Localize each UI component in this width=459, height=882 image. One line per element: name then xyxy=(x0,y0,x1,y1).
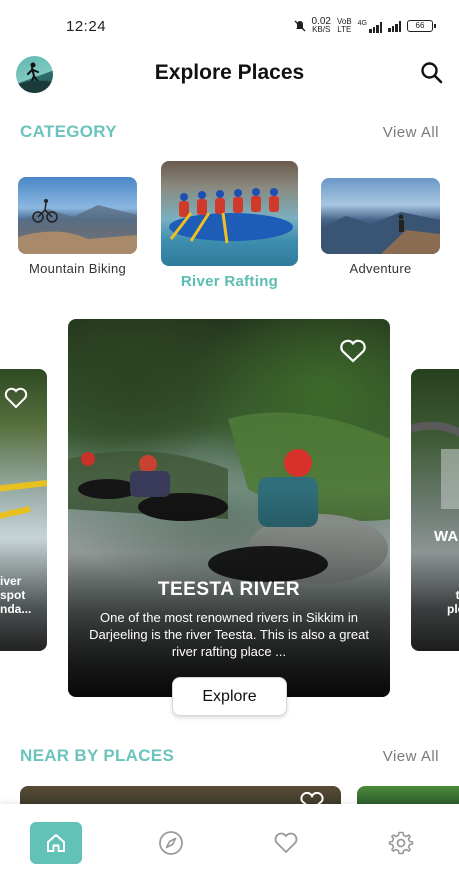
status-time: 12:24 xyxy=(66,18,107,35)
category-item-mountain-biking[interactable]: Mountain Biking xyxy=(18,177,137,276)
battery-icon: 66 xyxy=(407,20,436,32)
category-item-river-rafting[interactable]: River Rafting xyxy=(161,161,298,290)
category-label: Adventure xyxy=(349,261,412,276)
place-card-previous[interactable]: iver spot nda... xyxy=(0,369,47,651)
signal-4g-label: 4G xyxy=(357,19,367,27)
bottom-navigation xyxy=(0,804,459,882)
favorite-button[interactable] xyxy=(339,339,367,368)
heart-outline-icon xyxy=(340,339,366,363)
net-speed-unit: KB/S xyxy=(312,25,331,34)
adventure-image xyxy=(321,178,440,254)
heart-outline-icon xyxy=(4,387,28,409)
place-card-teesta-river[interactable]: TEESTA RIVER One of the most renowned ri… xyxy=(68,319,390,697)
search-button[interactable] xyxy=(419,60,445,86)
nav-home[interactable] xyxy=(30,822,82,864)
status-bar: 12:24 0.02 KB/S VoB LTE 4G 66 xyxy=(0,0,459,48)
waterfall-scene xyxy=(411,421,459,509)
place-description: One of the most renowned rivers in Sikki… xyxy=(89,610,369,659)
category-view-all-link[interactable]: View All xyxy=(383,124,439,141)
category-item-adventure[interactable]: Adventure xyxy=(321,178,440,276)
previous-card-desc: iver spot nda... xyxy=(0,574,31,616)
nav-explore[interactable] xyxy=(145,822,197,864)
battery-level: 66 xyxy=(415,21,425,30)
page-title: Explore Places xyxy=(154,61,305,84)
next-card-line: plea xyxy=(446,602,459,616)
gear-icon xyxy=(388,831,414,855)
search-icon xyxy=(421,62,443,84)
status-icons: 0.02 KB/S VoB LTE 4G 66 xyxy=(294,17,436,34)
heart-icon xyxy=(274,832,298,853)
lte-label: LTE xyxy=(337,25,352,34)
near-by-view-all-link[interactable]: View All xyxy=(383,748,439,765)
category-header: CATEGORY View All xyxy=(20,122,439,142)
near-by-card[interactable] xyxy=(20,786,341,806)
mountain-biking-image xyxy=(18,177,137,254)
previous-card-line: iver xyxy=(0,574,22,588)
category-title: CATEGORY xyxy=(20,122,117,141)
category-label: Mountain Biking xyxy=(29,261,126,276)
place-card-next[interactable]: WA T tra plea xyxy=(411,369,459,651)
previous-card-line: nda... xyxy=(0,602,32,616)
volte-indicator: VoB LTE xyxy=(337,18,352,34)
category-label-active: River Rafting xyxy=(180,273,279,290)
next-card-line: tra xyxy=(455,588,459,602)
next-card-line: T xyxy=(431,574,459,588)
previous-card-line: spot xyxy=(0,588,26,602)
river-rafting-image xyxy=(161,161,298,266)
near-by-title: NEAR BY PLACES xyxy=(20,746,175,765)
rafting-scene xyxy=(0,480,47,519)
signal-icon xyxy=(388,20,401,32)
nav-favorites[interactable] xyxy=(260,822,312,864)
next-card-title: WA xyxy=(434,528,459,545)
explore-button[interactable]: Explore xyxy=(172,677,287,716)
compass-icon xyxy=(159,831,183,855)
network-speed: 0.02 KB/S xyxy=(312,17,331,34)
place-title: TEESTA RIVER xyxy=(157,579,301,600)
mute-icon xyxy=(294,20,305,32)
mountain-biking-scene xyxy=(18,199,137,254)
signal-4g-icon: 4G xyxy=(358,20,382,33)
near-by-card[interactable] xyxy=(357,786,459,806)
home-icon xyxy=(47,834,65,852)
next-card-desc: T tra plea xyxy=(431,574,459,616)
app-header: Explore Places xyxy=(0,52,459,96)
nav-settings[interactable] xyxy=(375,822,427,864)
river-rafting-scene xyxy=(169,188,293,244)
near-by-header: NEAR BY PLACES View All xyxy=(20,746,439,766)
favorite-button[interactable] xyxy=(4,387,28,414)
adventure-scene xyxy=(321,212,440,254)
